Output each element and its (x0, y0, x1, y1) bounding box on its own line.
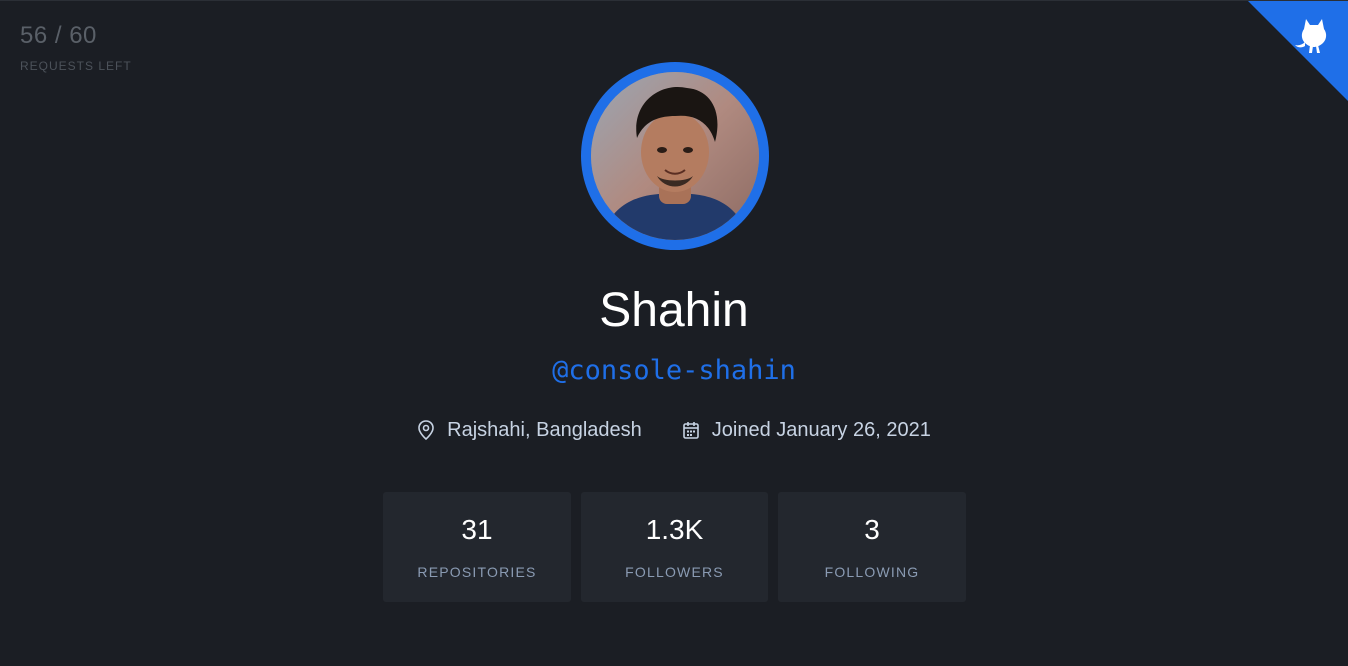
stat-followers: 1.3K FOLLOWERS (581, 492, 768, 602)
stat-repositories: 31 REPOSITORIES (383, 492, 571, 602)
rate-limit-count: 56 / 60 (20, 22, 97, 49)
location: Rajshahi, Bangladesh (417, 419, 642, 442)
stats: 31 REPOSITORIES 1.3K FOLLOWERS 3 FOLLOWI… (383, 492, 966, 602)
profile-handle-link[interactable]: @console-shahin (0, 351, 1348, 391)
octocat-icon (1248, 1, 1348, 101)
stat-value: 3 (864, 514, 880, 545)
github-corner-link[interactable] (1248, 1, 1348, 101)
page: 56 / 60 REQUESTS LEFT Shahin @console-sh… (0, 0, 1348, 666)
stat-label: REPOSITORIES (417, 564, 537, 580)
joined-text: Joined January 26, 2021 (711, 418, 931, 441)
stat-value: 1.3K (645, 514, 704, 545)
profile-name: Shahin (599, 284, 749, 337)
avatar (581, 62, 769, 250)
rate-limit-label: REQUESTS LEFT (20, 59, 132, 73)
avatar-photo (591, 72, 759, 240)
profile-meta: Rajshahi, Bangladesh Joined January 26, … (0, 415, 1348, 445)
rate-limit: 56 / 60 REQUESTS LEFT (20, 21, 132, 73)
joined-date: Joined January 26, 2021 (682, 419, 931, 442)
stat-label: FOLLOWING (824, 564, 920, 580)
location-text: Rajshahi, Bangladesh (447, 418, 642, 441)
stat-value: 31 (461, 514, 493, 545)
map-pin-icon (418, 420, 434, 440)
stat-label: FOLLOWERS (625, 564, 724, 580)
stat-following: 3 FOLLOWING (778, 492, 966, 602)
calendar-icon (682, 422, 699, 439)
